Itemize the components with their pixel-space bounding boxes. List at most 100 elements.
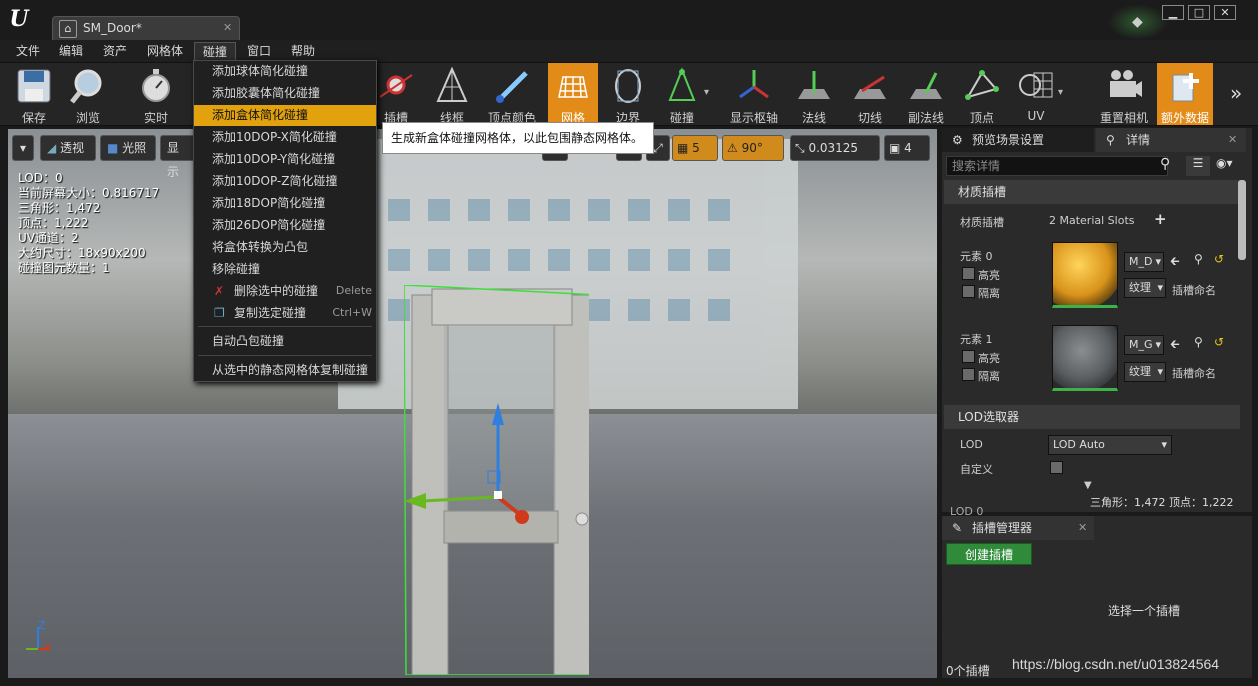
eye-icon[interactable]: ◉▾ — [1216, 156, 1233, 170]
menu-add-sphere-collision[interactable]: 添加球体简化碰撞 — [194, 61, 376, 82]
realtime-button[interactable]: 实时 — [128, 63, 184, 125]
menu-mesh[interactable]: 网格体 — [139, 42, 191, 61]
vertex-colors-button[interactable]: 顶点颜色 — [484, 63, 540, 125]
element-1-isolate-checkbox[interactable] — [962, 368, 975, 381]
menu-window[interactable]: 窗口 — [239, 42, 279, 61]
menu-add-10dop-x[interactable]: 添加10DOP-X简化碰撞 — [194, 127, 376, 148]
camera-icon — [1110, 70, 1142, 97]
bounds-button[interactable]: 边界 — [600, 63, 656, 125]
viewport[interactable]: ▾ ◢ 透视 ■ 光照 显示 ⤢ ▦ 5 ⚠ 90° ⤡ 0.03125 ▣ 4… — [8, 129, 937, 678]
menu-add-10dop-y[interactable]: 添加10DOP-Y简化碰撞 — [194, 149, 376, 170]
browse-asset-icon[interactable]: ⚲ — [1194, 252, 1203, 266]
custom-lod-checkbox[interactable] — [1050, 461, 1063, 474]
lod-dropdown[interactable]: LOD Auto ▾ — [1048, 435, 1172, 455]
close-window-button[interactable]: ✕ — [1214, 5, 1236, 20]
tab-socket-manager[interactable]: ✎ 插槽管理器 ✕ — [942, 516, 1094, 540]
menu-remove-collision[interactable]: 移除碰撞 — [194, 259, 376, 280]
element-0-texture-dropdown[interactable]: 纹理 ▾ — [1124, 278, 1166, 298]
menu-collision[interactable]: 碰撞 — [194, 42, 237, 61]
normals-icon — [798, 71, 830, 99]
use-selected-arrow-icon[interactable]: 🡰 — [1170, 252, 1180, 273]
add-slot-icon[interactable]: + — [1154, 210, 1167, 228]
details-footer-stats: 三角形：1,472 顶点：1,222 — [1090, 496, 1234, 509]
menu-copy-collision-from-selected[interactable]: 从选中的静态网格体复制碰撞 — [194, 360, 376, 381]
toolbar-overflow-icon[interactable]: » — [1230, 81, 1242, 105]
grid-snap-value: 5 — [692, 141, 700, 155]
save-button[interactable]: 保存 — [6, 63, 62, 125]
details-scrollbar[interactable] — [1238, 180, 1246, 260]
stat-triangles: 三角形：1,472 — [18, 201, 101, 215]
settings-icon: ⚙ — [952, 133, 963, 147]
use-selected-arrow-icon[interactable]: 🡰 — [1170, 335, 1180, 356]
menu-add-18dop[interactable]: 添加18DOP简化碰撞 — [194, 193, 376, 214]
additional-data-button[interactable]: 额外数据 — [1157, 63, 1213, 125]
uv-button[interactable]: UV — [1008, 63, 1064, 125]
custom-label: 自定义 — [960, 463, 993, 476]
close-tab-icon[interactable]: ✕ — [1228, 128, 1237, 152]
details-search-input[interactable]: 搜索详情 — [946, 156, 1168, 176]
collision-dropdown-icon[interactable]: ▾ — [704, 87, 709, 98]
minimize-button[interactable]: ▁ — [1162, 5, 1184, 20]
menu-file[interactable]: 文件 — [8, 42, 48, 61]
list-view-icon[interactable]: ☰ — [1186, 156, 1210, 176]
browse-asset-icon[interactable]: ⚲ — [1194, 335, 1203, 349]
maximize-button[interactable]: □ — [1188, 5, 1210, 20]
viewport-options-button[interactable]: ▾ — [12, 135, 34, 161]
menu-delete-selected-collision[interactable]: ✗ 删除选中的碰撞 Delete — [194, 281, 376, 302]
menu-add-capsule-collision[interactable]: 添加胶囊体简化碰撞 — [194, 83, 376, 104]
stat-screen-size: 当前屏幕大小：0.816717 — [18, 186, 160, 200]
element-1-material-dropdown[interactable]: M_G ▾ — [1124, 335, 1164, 355]
lighting-button[interactable]: ■ 光照 — [100, 135, 156, 161]
grid-button[interactable]: 网格 — [548, 63, 598, 125]
reset-icon[interactable]: ↺ — [1214, 252, 1224, 266]
document-tab[interactable]: ⌂ SM_Door* ✕ — [52, 16, 240, 40]
wireframe-button[interactable]: 线框 — [424, 63, 480, 125]
element-1-material-thumbnail[interactable] — [1052, 325, 1118, 391]
reset-camera-button[interactable]: 重置相机 — [1094, 63, 1154, 125]
vertices-icon — [965, 70, 999, 100]
collision-button[interactable]: 碰撞 — [654, 63, 710, 125]
menu-add-box-collision[interactable]: 添加盒体简化碰撞 — [194, 105, 376, 126]
browse-button[interactable]: 浏览 — [60, 63, 116, 125]
element-1-texture-dropdown[interactable]: 纹理 ▾ — [1124, 362, 1166, 382]
rotation-snap-button[interactable]: ⚠ 90° — [722, 135, 784, 161]
uv-dropdown-icon[interactable]: ▾ — [1058, 87, 1063, 98]
close-tab-icon[interactable]: ✕ — [223, 21, 232, 34]
element-1-highlight-checkbox[interactable] — [962, 350, 975, 363]
material-slots-label: 材质插槽 — [960, 216, 1004, 229]
menu-edit[interactable]: 编辑 — [51, 42, 91, 61]
binormals-button[interactable]: 副法线 — [898, 63, 954, 125]
close-tab-icon[interactable]: ✕ — [1078, 516, 1087, 540]
element-0-material-dropdown[interactable]: M_D ▾ — [1124, 252, 1164, 272]
menu-convert-box-to-convex[interactable]: 将盒体转换为凸包 — [194, 237, 376, 258]
view-mode-button[interactable]: ◢ 透视 — [40, 135, 96, 161]
element-0-highlight-checkbox[interactable] — [962, 267, 975, 280]
transform-gizmo[interactable] — [404, 399, 544, 529]
menu-auto-convex-collision[interactable]: 自动凸包碰撞 — [194, 331, 376, 352]
show-pivot-button[interactable]: 显示枢轴 — [724, 63, 784, 125]
menu-add-10dop-z[interactable]: 添加10DOP-Z简化碰撞 — [194, 171, 376, 192]
section-lod-picker[interactable]: LOD选取器 — [944, 405, 1240, 429]
element-0-material-thumbnail[interactable] — [1052, 242, 1118, 308]
camera-speed-button[interactable]: ▣ 4 — [884, 135, 930, 161]
tab-preview-scene-settings[interactable]: ⚙ 预览场景设置 — [942, 128, 1094, 152]
scale-snap-button[interactable]: ⤡ 0.03125 — [790, 135, 880, 161]
menu-help[interactable]: 帮助 — [283, 42, 323, 61]
show-button[interactable]: 显示 — [160, 135, 196, 179]
tab-details[interactable]: ⚲ 详情 ✕ — [1096, 128, 1246, 152]
wireframe-icon — [436, 67, 468, 102]
section-material-slots[interactable]: 材质插槽 — [944, 180, 1240, 204]
reset-icon[interactable]: ↺ — [1214, 335, 1224, 349]
normals-button[interactable]: 法线 — [786, 63, 842, 125]
vertices-button[interactable]: 顶点 — [954, 63, 1010, 125]
menu-asset[interactable]: 资产 — [95, 42, 135, 61]
menu-add-26dop[interactable]: 添加26DOP简化碰撞 — [194, 215, 376, 236]
menu-duplicate-collision[interactable]: ❐ 复制选定碰撞 Ctrl+W — [194, 303, 376, 324]
create-socket-button[interactable]: 创建插槽 — [946, 543, 1032, 565]
grid-snap-button[interactable]: ▦ 5 — [672, 135, 718, 161]
element-0-isolate-checkbox[interactable] — [962, 285, 975, 298]
source-control-icon[interactable]: ◆ — [1132, 14, 1143, 30]
tangents-button[interactable]: 切线 — [842, 63, 898, 125]
expand-arrow-icon[interactable]: ▼ — [1084, 480, 1092, 491]
realtime-label: 实时 — [143, 111, 168, 125]
